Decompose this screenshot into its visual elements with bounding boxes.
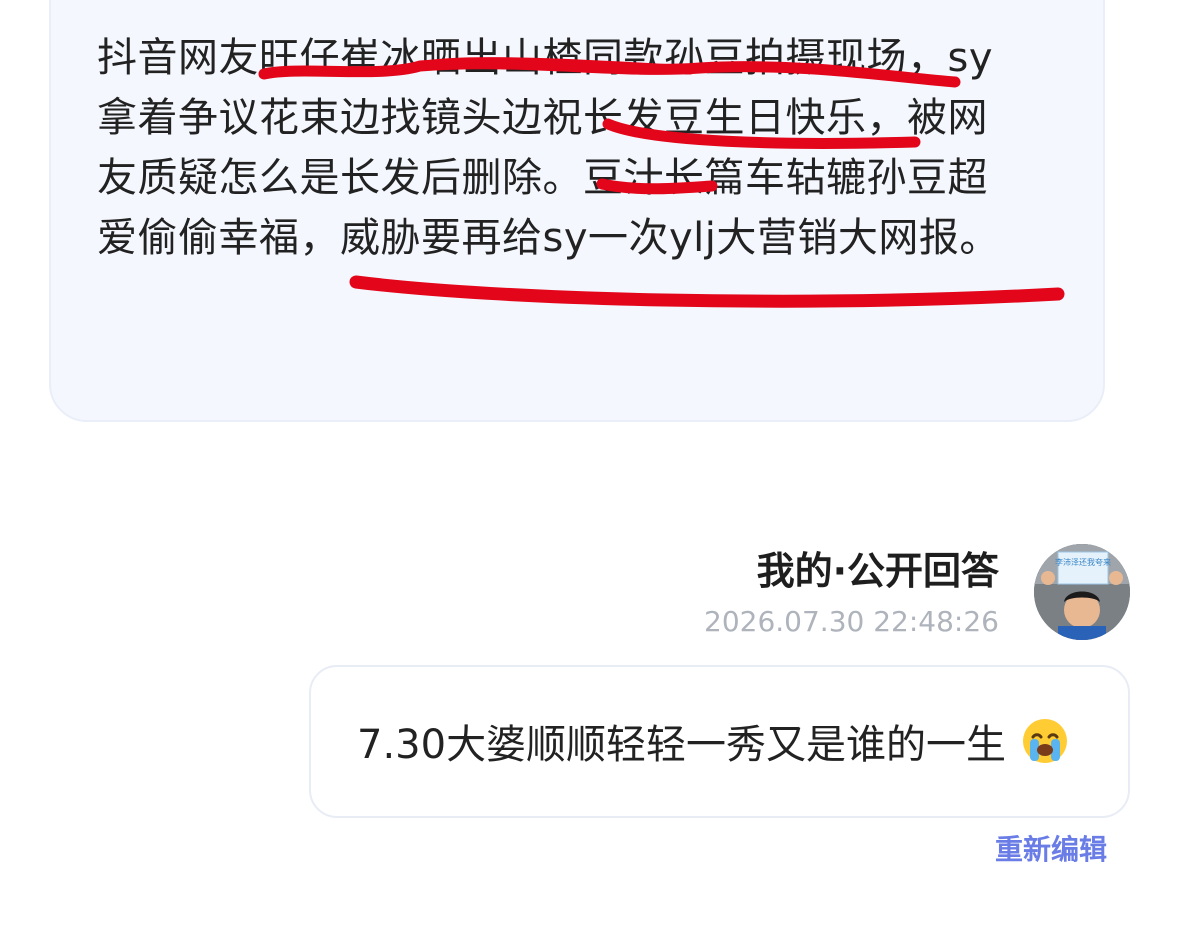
answer-title: 我的·公开回答: [756, 549, 999, 593]
avatar-image: 李沛泽还我夸来: [1034, 544, 1130, 640]
loudly-crying-face-icon: [1021, 717, 1069, 777]
answer-bubble: 7.30大婆顺顺轻轻一秀又是谁的一生: [309, 665, 1130, 818]
avatar-sign: [1057, 551, 1109, 585]
answer-timestamp: 2026.07.30 22:48:26: [704, 605, 999, 638]
answer-content: 7.30大婆顺顺轻轻一秀又是谁的一生: [357, 717, 1069, 777]
qa-page: 抖音网友旺仔崔冰晒出山楂同款孙豆拍摄现场，sy拿着争议花束边找镜头边祝长发豆生日…: [0, 0, 1179, 932]
reedit-link[interactable]: 重新编辑: [995, 832, 1107, 868]
answer-text: 7.30大婆顺顺轻轻一秀又是谁的一生: [357, 722, 1007, 768]
question-text: 抖音网友旺仔崔冰晒出山楂同款孙豆拍摄现场，sy拿着争议花束边找镜头边祝长发豆生日…: [97, 35, 1000, 261]
avatar-sign-text: 李沛泽还我夸来: [1055, 557, 1111, 567]
avatar[interactable]: 李沛泽还我夸来: [1034, 544, 1130, 640]
answer-header: 我的·公开回答 2026.07.30 22:48:26: [704, 548, 999, 642]
